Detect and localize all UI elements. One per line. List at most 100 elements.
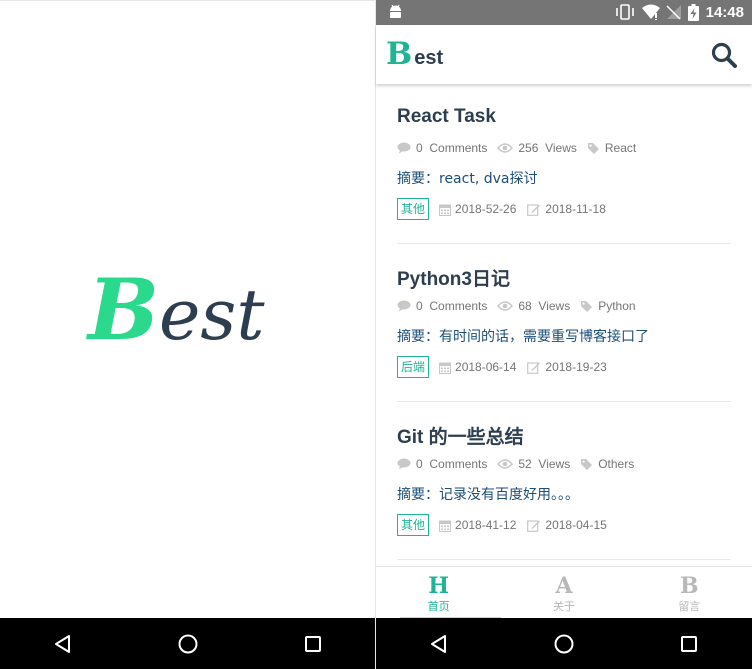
eye-icon <box>497 459 514 469</box>
app-logo-rest: est <box>414 47 444 69</box>
article-footer: 后端 2018-06-14 2018-19-23 <box>397 356 618 378</box>
article-title[interactable]: React Task <box>397 106 496 128</box>
tab-label: 留言 <box>678 600 701 613</box>
category-badge[interactable]: 其他 <box>397 198 430 220</box>
updated-date: 2018-04-15 <box>527 518 607 532</box>
tag-icon <box>587 142 599 154</box>
views-label: Views <box>538 299 571 313</box>
comment-icon <box>397 300 411 312</box>
category-badge[interactable]: 后端 <box>397 356 430 378</box>
bottom-tab-bar: H 首页 A 关于 B 留言 <box>376 566 752 619</box>
back-button[interactable] <box>43 624 83 664</box>
updated-date-text: 2018-19-23 <box>545 360 607 374</box>
android-icon <box>390 4 401 18</box>
status-bar: 14:48 <box>376 0 752 25</box>
views-count: 68 Views <box>497 299 570 313</box>
views-label: Views <box>545 141 577 155</box>
created-date: 2018-41-12 <box>439 518 516 532</box>
app-screen: 14:48 Best React Task 0 Comments 256 Vie… <box>376 0 752 669</box>
back-icon <box>430 634 446 653</box>
tab-label: 首页 <box>427 600 450 613</box>
wifi-icon <box>642 4 660 20</box>
edit-icon <box>527 203 541 216</box>
comment-icon <box>397 142 411 154</box>
article-meta: 0 Comments 256 Views React <box>397 141 646 155</box>
search-button[interactable] <box>710 41 738 69</box>
vibrate-icon <box>616 4 634 20</box>
comments-number: 0 <box>416 141 423 155</box>
no-sim-icon <box>666 5 681 20</box>
article-tag[interactable]: React <box>587 141 636 155</box>
comments-label: Comments <box>429 141 488 155</box>
comments-count: 0 Comments <box>397 457 487 471</box>
home-button[interactable] <box>168 624 208 664</box>
article-footer: 其他 2018-52-26 2018-11-18 <box>397 198 617 220</box>
calendar-icon <box>439 520 452 532</box>
comments-count: 0 Comments <box>397 299 487 313</box>
search-icon <box>711 42 737 68</box>
article-footer: 其他 2018-41-12 2018-04-15 <box>397 514 618 536</box>
views-number: 52 <box>518 457 532 471</box>
recents-button[interactable] <box>293 624 333 664</box>
eye-icon <box>497 143 514 153</box>
calendar-icon <box>439 204 452 216</box>
app-logo-initial: B <box>386 36 413 72</box>
article-meta: 0 Comments 52 Views Others <box>397 457 644 471</box>
article-title[interactable]: Python3日记 <box>397 264 510 291</box>
updated-date: 2018-19-23 <box>527 360 607 374</box>
article-summary: 摘要：记录没有百度好用。。。 <box>397 487 579 503</box>
tag-label: Others <box>598 457 635 471</box>
recents-button[interactable] <box>669 624 709 664</box>
system-nav-bar <box>376 618 752 669</box>
tag-icon <box>581 458 593 470</box>
back-icon <box>54 634 70 653</box>
article-card[interactable]: Python3日记 0 Comments 68 Views Python 摘要：… <box>397 244 731 402</box>
calendar-icon <box>439 362 452 374</box>
guestbook-tab-icon: B <box>680 573 699 599</box>
comments-label: Comments <box>429 299 488 313</box>
tab-about[interactable]: A 关于 <box>501 567 626 619</box>
views-count: 256 Views <box>497 141 577 155</box>
splash-logo-rest: est <box>159 274 265 356</box>
created-date: 2018-06-14 <box>439 360 516 374</box>
tag-label: React <box>604 141 637 155</box>
article-meta: 0 Comments 68 Views Python <box>397 299 646 313</box>
category-badge[interactable]: 其他 <box>397 514 430 536</box>
created-date-text: 2018-41-12 <box>455 518 517 532</box>
created-date-text: 2018-52-26 <box>455 202 517 216</box>
views-number: 68 <box>518 299 532 313</box>
back-button[interactable] <box>419 624 459 664</box>
article-card[interactable]: React Task 0 Comments 256 Views React 摘要… <box>397 86 731 244</box>
comments-number: 0 <box>416 457 423 471</box>
updated-date-text: 2018-04-15 <box>545 518 607 532</box>
edit-icon <box>527 519 541 532</box>
updated-date-text: 2018-11-18 <box>545 202 606 216</box>
article-card[interactable]: Git 的一些总结 0 Comments 52 Views Others 摘要：… <box>397 402 731 560</box>
article-summary: 摘要：react, dva探讨 <box>397 171 538 187</box>
comments-number: 0 <box>416 299 423 313</box>
home-icon <box>554 634 574 653</box>
article-list[interactable]: React Task 0 Comments 256 Views React 摘要… <box>376 86 752 566</box>
recents-icon <box>681 635 698 652</box>
created-date-text: 2018-06-14 <box>455 360 517 374</box>
created-date: 2018-52-26 <box>439 202 516 216</box>
edit-icon <box>527 361 541 374</box>
home-tab-icon: H <box>428 573 450 599</box>
about-tab-icon: A <box>555 573 573 599</box>
article-summary: 摘要：有时间的话，需要重写博客接口了 <box>397 329 649 345</box>
views-label: Views <box>538 457 571 471</box>
home-button[interactable] <box>544 624 584 664</box>
tab-home[interactable]: H 首页 <box>376 567 502 619</box>
splash-logo: Best <box>88 265 265 357</box>
battery-charging-icon <box>688 4 699 21</box>
status-time: 14:48 <box>705 4 744 21</box>
tab-guestbook[interactable]: B 留言 <box>627 567 752 619</box>
comment-icon <box>397 458 411 470</box>
app-logo[interactable]: Best <box>386 37 443 76</box>
article-tag[interactable]: Python <box>580 299 636 313</box>
article-tag[interactable]: Others <box>580 457 634 471</box>
app-bar: Best <box>376 25 752 84</box>
splash-screen: Best <box>0 0 375 669</box>
tab-label: 关于 <box>552 600 575 613</box>
article-title[interactable]: Git 的一些总结 <box>397 422 524 449</box>
